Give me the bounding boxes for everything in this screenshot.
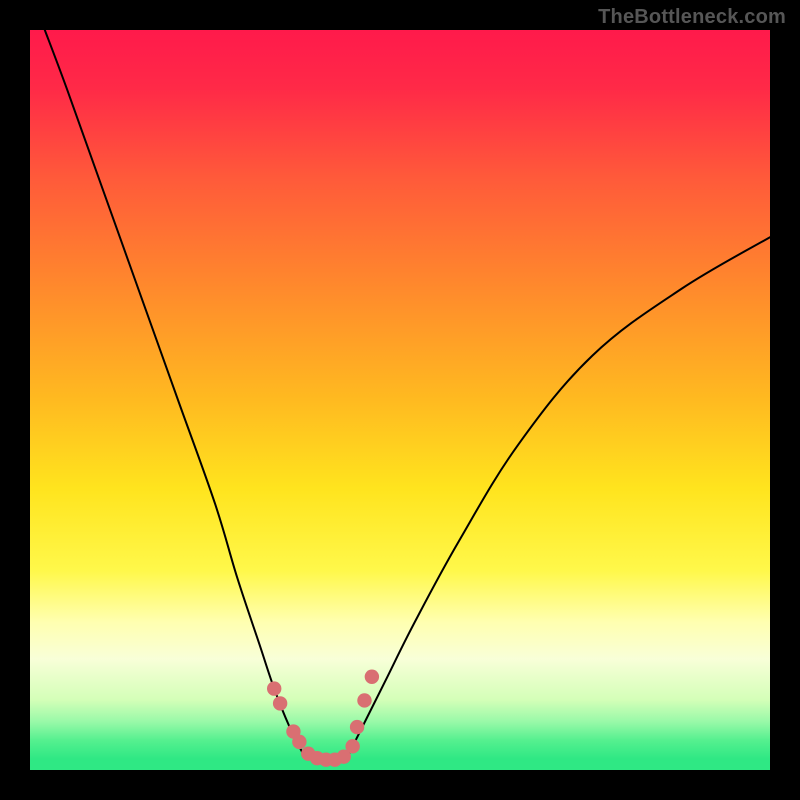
- marker-left-dots-3: [292, 735, 306, 749]
- plot-area: [30, 30, 770, 770]
- chart-root: TheBottleneck.com: [0, 0, 800, 800]
- curve-left-branch: [45, 30, 304, 755]
- marker-group: [267, 670, 379, 767]
- marker-right-dots-5: [365, 670, 379, 684]
- marker-right-dots-2: [345, 739, 359, 753]
- watermark-text: TheBottleneck.com: [598, 6, 786, 29]
- curve-group: [45, 30, 770, 759]
- plot-overlay: [30, 30, 770, 770]
- marker-left-dots-1: [273, 696, 287, 710]
- marker-right-dots-3: [350, 720, 364, 734]
- marker-left-dots-0: [267, 681, 281, 695]
- marker-right-dots-4: [357, 693, 371, 707]
- curve-right-branch: [348, 237, 770, 755]
